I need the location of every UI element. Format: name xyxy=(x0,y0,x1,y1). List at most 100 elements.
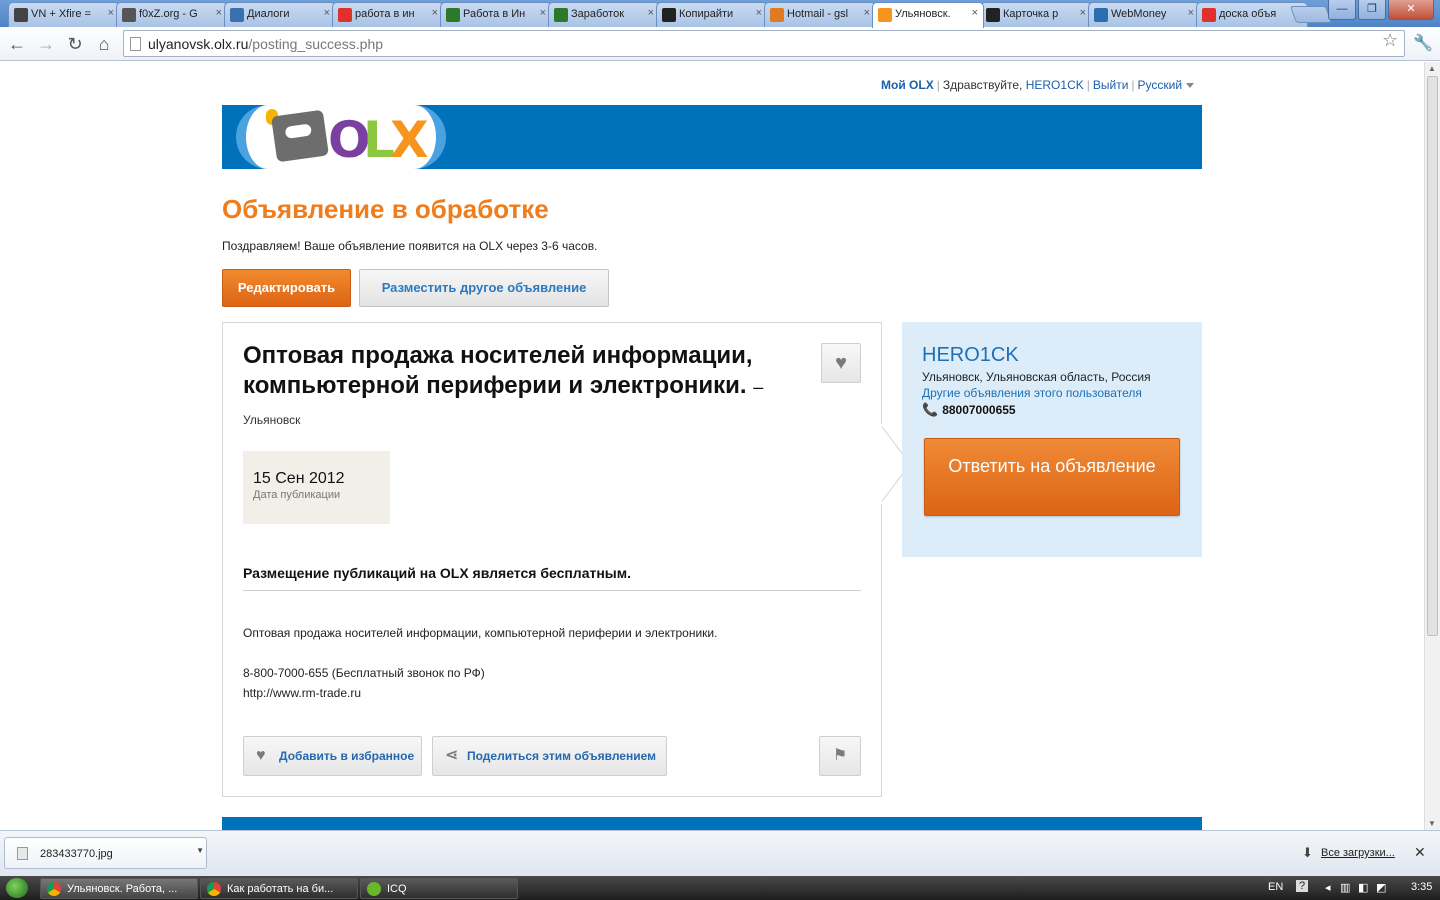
chevron-down-icon[interactable]: ▼ xyxy=(196,846,204,855)
chevron-down-icon[interactable] xyxy=(1186,83,1195,89)
heart-icon[interactable]: ♥ xyxy=(821,343,861,383)
tab-title: Hotmail - gsl xyxy=(787,8,849,20)
yandex-icon xyxy=(338,8,352,22)
tab-title: доска объя xyxy=(1219,8,1277,20)
bookmark-star-icon[interactable]: ☆ xyxy=(1382,30,1398,51)
tab[interactable]: работа в ин × xyxy=(332,2,444,27)
close-icon[interactable]: ✕ xyxy=(1414,844,1426,861)
language-select[interactable]: Русский xyxy=(1138,78,1183,92)
start-button[interactable] xyxy=(0,876,36,900)
free-notice: Размещение публикаций на OLX является бе… xyxy=(243,565,632,581)
download-item[interactable]: 283433770.jpg ▼ xyxy=(4,837,207,869)
tab-close-icon[interactable]: × xyxy=(864,7,870,19)
tab-close-icon[interactable]: × xyxy=(540,7,546,19)
tab[interactable]: Ульяновск. × xyxy=(872,2,984,28)
download-filename: 283433770.jpg xyxy=(40,848,113,860)
tab-title: работа в ин xyxy=(355,8,415,20)
post-another-button[interactable]: Разместить другое объявление xyxy=(359,269,609,307)
tab-close-icon[interactable]: × xyxy=(1080,7,1086,19)
tray-arrow-icon[interactable]: ◂ xyxy=(1325,881,1331,894)
help-icon[interactable]: ? xyxy=(1296,880,1309,892)
tab[interactable]: Копирайти × xyxy=(656,2,768,27)
seller-phone: 📞 88007000655 xyxy=(922,402,1016,417)
taskbar-item[interactable]: ICQ xyxy=(360,878,518,899)
report-flag-icon[interactable]: ⚑ xyxy=(819,736,861,776)
heart-icon: ♥ xyxy=(256,747,266,764)
tab-close-icon[interactable]: × xyxy=(648,7,654,19)
page-icon xyxy=(130,37,141,51)
download-icon: ⬇ xyxy=(1302,845,1313,860)
tab[interactable]: WebMoney × xyxy=(1088,2,1200,27)
phone-icon: 📞 xyxy=(922,402,939,417)
tab[interactable]: Работа в Ин × xyxy=(440,2,552,27)
reload-icon[interactable]: ↻ xyxy=(64,33,86,55)
seller-name[interactable]: HERO1CK xyxy=(922,344,1019,367)
scroll-up-icon[interactable]: ▲ xyxy=(1428,64,1436,73)
maximize-button[interactable]: ❐ xyxy=(1358,0,1386,20)
dollar-icon xyxy=(446,8,460,22)
tab[interactable]: VN + Xfire = × xyxy=(8,2,120,27)
add-to-favorites-button[interactable]: ♥ Добавить в избранное xyxy=(243,736,422,776)
back-icon[interactable]: ← xyxy=(6,33,28,55)
other-ads-link[interactable]: Другие объявления этого пользователя xyxy=(922,386,1142,400)
taskbar-item[interactable]: Ульяновск. Работа, ... xyxy=(40,878,198,899)
language-indicator[interactable]: EN xyxy=(1268,881,1283,893)
ad-card: Оптовая продажа носителей информации, ко… xyxy=(222,322,882,797)
clock[interactable]: 3:35 xyxy=(1411,881,1432,893)
tab-title: Копирайти xyxy=(679,8,734,20)
home-icon[interactable]: ⌂ xyxy=(93,33,115,55)
tab-close-icon[interactable]: × xyxy=(432,7,438,19)
controller-icon xyxy=(14,8,28,22)
tab-title: Диалоги xyxy=(247,8,290,20)
ad-city: Ульяновск xyxy=(243,413,301,427)
scroll-thumb[interactable] xyxy=(1427,76,1438,636)
tab[interactable]: Заработок × xyxy=(548,2,660,27)
tab-close-icon[interactable]: × xyxy=(216,7,222,19)
olx-logo[interactable]: OLX xyxy=(236,105,446,169)
page-title: Объявление в обработке xyxy=(222,194,549,224)
greeting-text: Здравствуйте, xyxy=(942,78,1023,92)
tab-close-icon[interactable]: × xyxy=(756,7,762,19)
tab[interactable]: f0xZ.org - G × xyxy=(116,2,228,27)
tab-close-icon[interactable]: × xyxy=(972,7,978,19)
volume-icon[interactable]: ◧ xyxy=(1358,881,1368,894)
tab[interactable]: Карточка р × xyxy=(980,2,1092,27)
share-button[interactable]: ⋖ Поделиться этим объявлением xyxy=(432,736,667,776)
publish-date: 15 Сен 2012 xyxy=(253,470,345,487)
mail-icon xyxy=(770,8,784,22)
wrench-icon[interactable]: 🔧 xyxy=(1413,33,1433,53)
minimize-button[interactable]: — xyxy=(1328,0,1356,20)
description-line: Оптовая продажа носителей информации, ко… xyxy=(243,626,718,640)
username-link[interactable]: HERO1CK xyxy=(1026,78,1084,92)
description-line: 8-800-7000-655 (Бесплатный звонок по РФ) xyxy=(243,666,485,680)
all-downloads-link[interactable]: Все загрузки... xyxy=(1321,847,1395,859)
tab-title: VN + Xfire = xyxy=(31,8,91,20)
tab-close-icon[interactable]: × xyxy=(108,7,114,19)
icq-icon xyxy=(367,882,381,896)
reply-button[interactable]: Ответить на объявление xyxy=(924,438,1180,516)
logout-link[interactable]: Выйти xyxy=(1093,78,1129,92)
my-olx-link[interactable]: Мой OLX xyxy=(881,78,934,92)
scroll-down-icon[interactable]: ▼ xyxy=(1428,819,1436,828)
tab[interactable]: Диалоги × xyxy=(224,2,336,27)
tab-title: Работа в Ин xyxy=(463,8,526,20)
windows-icon xyxy=(6,878,28,898)
tab-close-icon[interactable]: × xyxy=(324,7,330,19)
olx-icon xyxy=(878,8,892,22)
vertical-scrollbar[interactable]: ▲ ▼ xyxy=(1424,62,1440,830)
close-window-button[interactable]: ✕ xyxy=(1388,0,1434,20)
divider xyxy=(243,590,861,591)
edit-button[interactable]: Редактировать xyxy=(222,269,351,307)
page-viewport: Мой OLX | Здравствуйте, HERO1CK | Выйти | Русс… xyxy=(0,62,1424,830)
tab-close-icon[interactable]: × xyxy=(1188,7,1194,19)
mascot-icon xyxy=(271,109,329,163)
taskbar-item[interactable]: Как работать на би... xyxy=(200,878,358,899)
tray-app-icon[interactable]: ◩ xyxy=(1376,881,1386,894)
ad-description: Оптовая продажа носителей информации, ко… xyxy=(243,623,717,703)
play-icon xyxy=(230,8,244,22)
yandex-icon xyxy=(1202,8,1216,22)
network-icon[interactable]: ▥ xyxy=(1340,881,1350,894)
address-bar[interactable]: ulyanovsk.olx.ru/posting_success.php xyxy=(123,30,1405,57)
tab[interactable]: Hotmail - gsl × xyxy=(764,2,876,27)
forward-icon[interactable]: → xyxy=(35,33,57,55)
